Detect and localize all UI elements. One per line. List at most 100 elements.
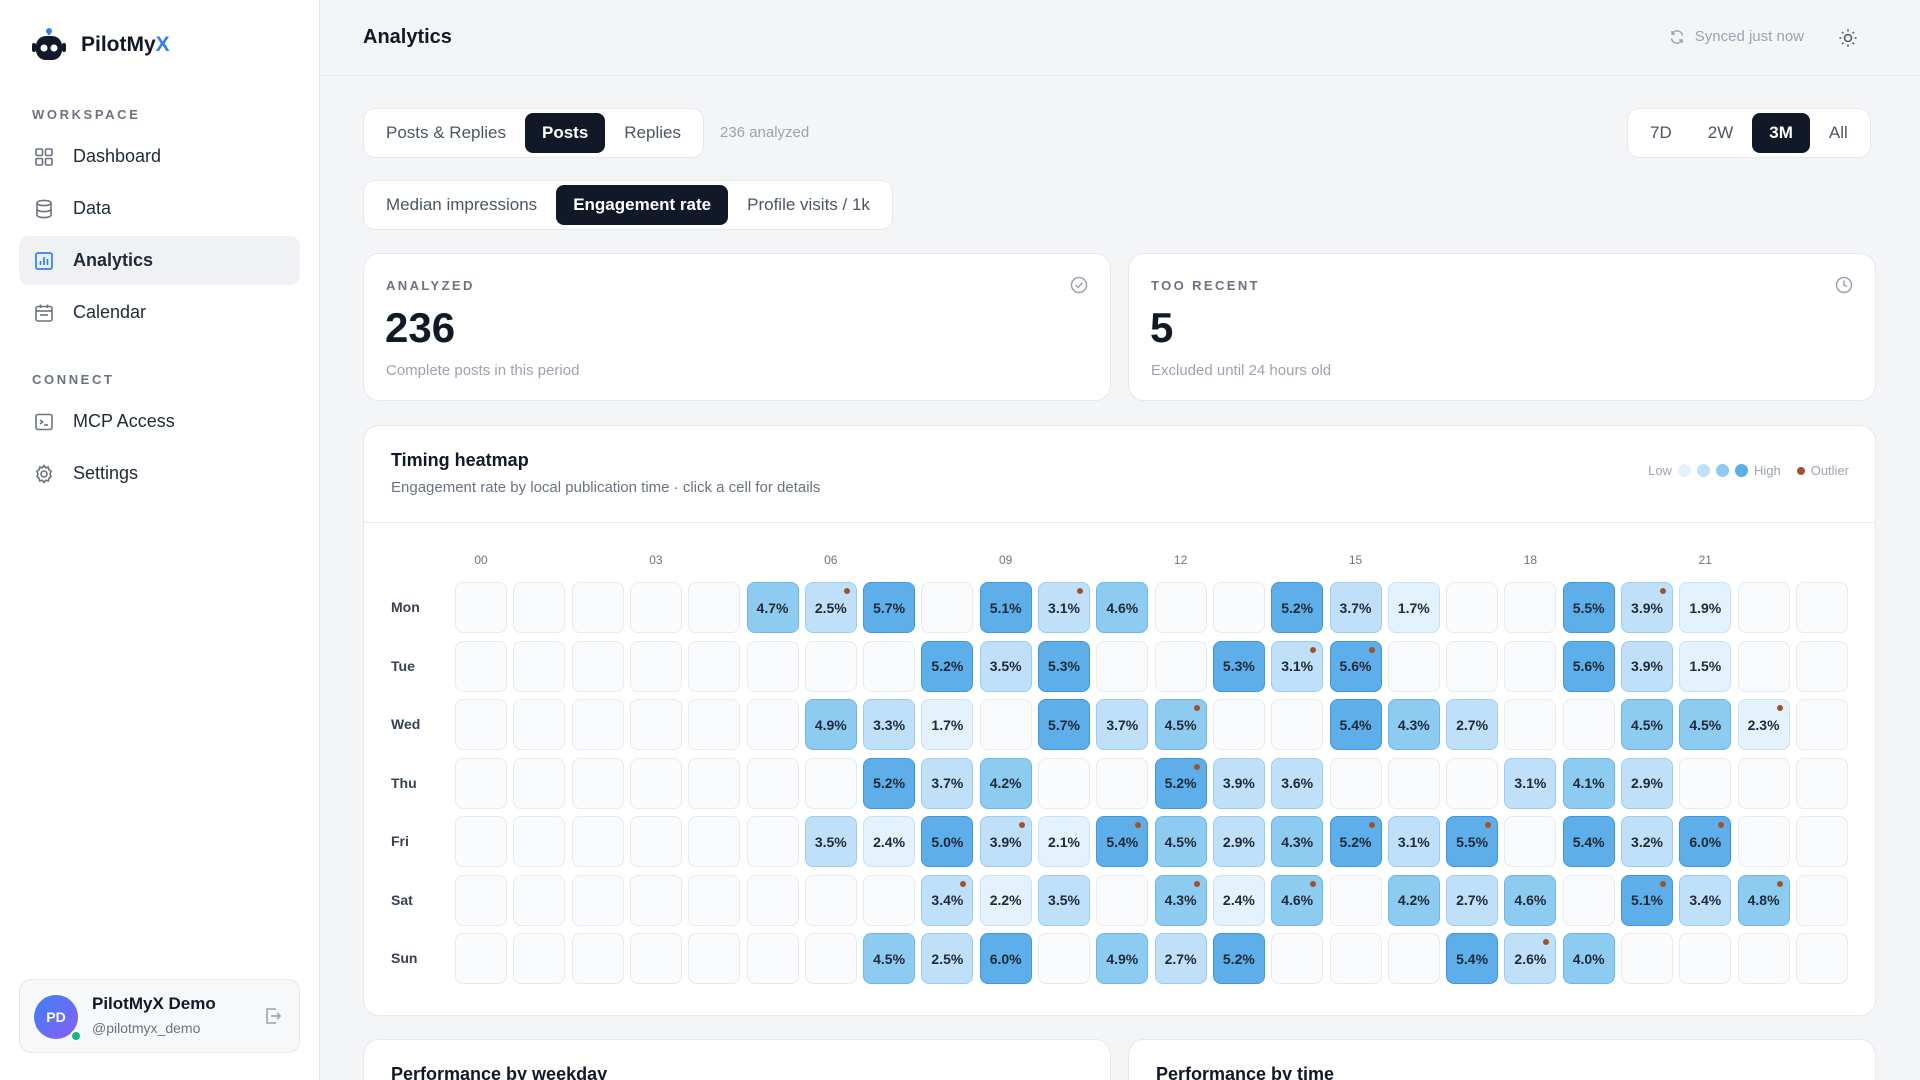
heatmap-cell[interactable] (513, 874, 566, 926)
heatmap-cell[interactable] (688, 757, 741, 809)
user-card[interactable]: PD PilotMyX Demo @pilotmyx_demo (19, 979, 300, 1053)
heatmap-cell[interactable] (804, 757, 857, 809)
heatmap-cell[interactable] (1795, 582, 1848, 633)
heatmap-cell[interactable]: 5.3% (1038, 640, 1090, 692)
heatmap-cell[interactable] (1038, 933, 1090, 984)
heatmap-cell[interactable] (1621, 933, 1673, 984)
heatmap-cell[interactable]: 2.9% (1212, 816, 1265, 867)
heatmap-cell[interactable]: 5.7% (1038, 699, 1090, 750)
heatmap-cell[interactable] (688, 874, 741, 926)
sidebar-item-dashboard[interactable]: Dashboard (19, 132, 300, 181)
heatmap-cell[interactable] (629, 699, 682, 750)
heatmap-cell[interactable]: 3.6% (1271, 757, 1324, 809)
heatmap-cell[interactable] (513, 757, 566, 809)
heatmap-cell[interactable]: 2.3% (1737, 699, 1790, 750)
heatmap-cell[interactable] (1679, 757, 1732, 809)
sidebar-item-data[interactable]: Data (19, 184, 300, 233)
brand[interactable]: PilotMyX (31, 28, 170, 62)
heatmap-cell[interactable] (571, 757, 624, 809)
heatmap-cell[interactable] (629, 640, 682, 692)
heatmap-cell[interactable]: 4.5% (1679, 699, 1732, 750)
heatmap-cell[interactable]: 4.9% (804, 699, 857, 750)
tab-posts[interactable]: Posts (525, 113, 606, 153)
heatmap-cell[interactable] (629, 933, 682, 984)
tab-replies[interactable]: Replies (607, 113, 698, 153)
heatmap-cell[interactable] (1737, 757, 1790, 809)
heatmap-cell[interactable] (1387, 640, 1440, 692)
heatmap-cell[interactable] (979, 699, 1032, 750)
heatmap-cell[interactable]: 4.5% (1154, 699, 1207, 750)
heatmap-cell[interactable] (804, 640, 857, 692)
heatmap-cell[interactable]: 4.6% (1504, 874, 1557, 926)
heatmap-cell[interactable] (804, 933, 857, 984)
heatmap-cell[interactable]: 4.7% (746, 582, 799, 633)
sidebar-item-mcp-access[interactable]: MCP Access (19, 397, 300, 446)
heatmap-cell[interactable]: 3.4% (921, 874, 974, 926)
heatmap-cell[interactable] (1329, 757, 1382, 809)
heatmap-cell[interactable] (688, 699, 741, 750)
heatmap-cell[interactable] (863, 640, 916, 692)
heatmap-cell[interactable] (455, 757, 507, 809)
sun-icon[interactable] (1838, 28, 1858, 48)
heatmap-cell[interactable] (1504, 582, 1557, 633)
heatmap-cell[interactable]: 2.9% (1621, 757, 1673, 809)
heatmap-cell[interactable] (1737, 640, 1790, 692)
range-3m[interactable]: 3M (1752, 113, 1810, 153)
metric-median-impressions[interactable]: Median impressions (369, 185, 554, 225)
heatmap-cell[interactable] (1271, 699, 1324, 750)
heatmap-cell[interactable]: 2.1% (1038, 816, 1090, 867)
heatmap-cell[interactable] (1329, 933, 1382, 984)
heatmap-cell[interactable] (1271, 933, 1324, 984)
heatmap-cell[interactable]: 1.5% (1679, 640, 1732, 692)
heatmap-cell[interactable] (1387, 757, 1440, 809)
heatmap-cell[interactable]: 4.5% (1621, 699, 1673, 750)
heatmap-cell[interactable]: 3.9% (1212, 757, 1265, 809)
heatmap-cell[interactable] (1737, 816, 1790, 867)
heatmap-cell[interactable]: 5.6% (1562, 640, 1615, 692)
heatmap-cell[interactable] (455, 699, 507, 750)
heatmap-cell[interactable]: 3.9% (1621, 640, 1673, 692)
heatmap-cell[interactable]: 5.3% (1212, 640, 1265, 692)
heatmap-cell[interactable]: 4.6% (1096, 582, 1149, 633)
heatmap-cell[interactable] (571, 816, 624, 867)
heatmap-cell[interactable] (513, 582, 566, 633)
heatmap-cell[interactable] (455, 640, 507, 692)
heatmap-cell[interactable]: 1.7% (921, 699, 974, 750)
heatmap-cell[interactable]: 5.2% (1154, 757, 1207, 809)
heatmap-cell[interactable] (513, 933, 566, 984)
heatmap-cell[interactable] (688, 640, 741, 692)
heatmap-cell[interactable]: 5.4% (1096, 816, 1149, 867)
sidebar-item-analytics[interactable]: Analytics (19, 236, 300, 285)
heatmap-cell[interactable] (455, 582, 507, 633)
heatmap-cell[interactable]: 5.4% (1329, 699, 1382, 750)
heatmap-cell[interactable] (688, 582, 741, 633)
heatmap-cell[interactable] (746, 874, 799, 926)
heatmap-cell[interactable]: 5.2% (863, 757, 916, 809)
heatmap-cell[interactable]: 3.1% (1504, 757, 1557, 809)
heatmap-cell[interactable] (1737, 933, 1790, 984)
heatmap-cell[interactable] (1795, 699, 1848, 750)
heatmap-cell[interactable]: 4.1% (1562, 757, 1615, 809)
heatmap-cell[interactable] (571, 933, 624, 984)
metric-engagement-rate[interactable]: Engagement rate (556, 185, 729, 225)
heatmap-cell[interactable]: 4.9% (1096, 933, 1149, 984)
sidebar-item-calendar[interactable]: Calendar (19, 288, 300, 337)
heatmap-cell[interactable]: 1.9% (1679, 582, 1732, 633)
heatmap-cell[interactable]: 2.6% (1504, 933, 1557, 984)
heatmap-cell[interactable]: 3.7% (1096, 699, 1149, 750)
heatmap-cell[interactable] (1737, 582, 1790, 633)
heatmap-cell[interactable]: 5.4% (1446, 933, 1499, 984)
heatmap-cell[interactable]: 5.6% (1329, 640, 1382, 692)
heatmap-cell[interactable]: 4.3% (1154, 874, 1207, 926)
heatmap-cell[interactable] (804, 874, 857, 926)
heatmap-cell[interactable] (1096, 757, 1149, 809)
heatmap-cell[interactable] (1387, 933, 1440, 984)
range-all[interactable]: All (1812, 113, 1865, 153)
heatmap-cell[interactable] (571, 582, 624, 633)
range-2w[interactable]: 2W (1691, 113, 1751, 153)
heatmap-cell[interactable]: 5.5% (1562, 582, 1615, 633)
heatmap-cell[interactable] (1795, 933, 1848, 984)
logout-icon[interactable] (263, 1006, 283, 1026)
heatmap-cell[interactable]: 3.7% (1329, 582, 1382, 633)
heatmap-cell[interactable]: 4.2% (1387, 874, 1440, 926)
